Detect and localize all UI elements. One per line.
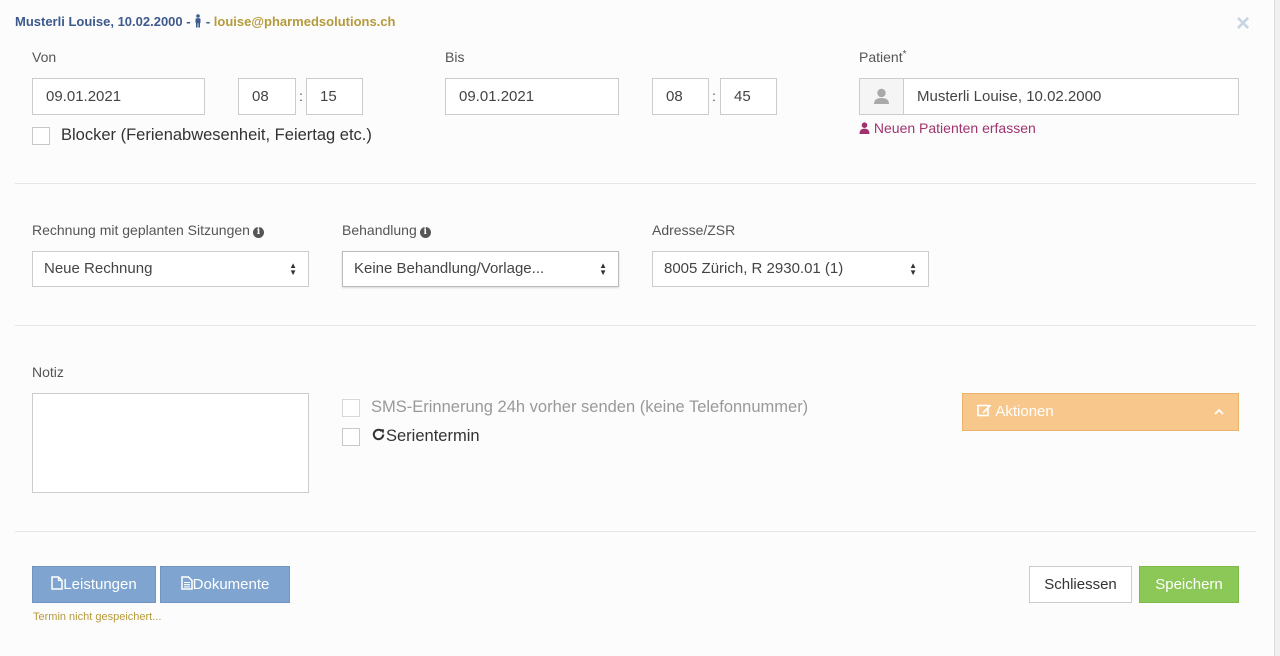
file-text-icon	[180, 576, 193, 593]
dialog-header: Musterli Louise, 10.02.2000 - - louise@p…	[15, 14, 395, 29]
bis-minute-input[interactable]: 45	[720, 78, 777, 115]
header-email: louise@pharmedsolutions.ch	[213, 14, 396, 29]
file-icon	[51, 576, 64, 593]
user-icon	[860, 79, 904, 114]
header-patient-name: Musterli Louise, 10.02.2000	[15, 14, 183, 29]
save-button[interactable]: Speichern	[1139, 566, 1239, 603]
notiz-label: Notiz	[32, 364, 64, 380]
adresse-selected: 8005 Zürich, R 2930.01 (1)	[664, 260, 844, 277]
rechnung-label: Rechnung mit geplanten Sitzungen i	[32, 222, 264, 238]
select-arrows-icon: ▲ ▼	[909, 261, 917, 277]
male-icon	[194, 14, 202, 29]
rechnung-selected: Neue Rechnung	[44, 260, 153, 277]
adresse-select[interactable]: 8005 Zürich, R 2930.01 (1) ▲ ▼	[652, 251, 929, 287]
header-separator: -	[202, 14, 214, 29]
bis-time-colon: :	[712, 88, 716, 104]
leistungen-button[interactable]: Leistungen	[32, 566, 156, 603]
notiz-textarea[interactable]	[32, 393, 309, 493]
serientermin-label-text: Serientermin	[386, 427, 480, 445]
new-patient-link[interactable]: Neuen Patienten erfassen	[859, 120, 1036, 136]
refresh-icon	[371, 427, 386, 445]
rechnung-label-text: Rechnung mit geplanten Sitzungen	[32, 222, 250, 238]
divider	[15, 531, 1256, 532]
serientermin-checkbox[interactable]	[342, 428, 360, 446]
leistungen-label: Leistungen	[63, 576, 137, 593]
behandlung-selected: Keine Behandlung/Vorlage...	[354, 260, 545, 277]
divider	[15, 325, 1256, 326]
von-time-colon: :	[299, 88, 303, 104]
blocker-checkbox[interactable]	[32, 127, 50, 145]
user-small-icon	[859, 120, 870, 136]
von-date-input[interactable]: 09.01.2021	[32, 78, 205, 115]
select-arrows-icon: ▲ ▼	[289, 261, 297, 277]
sms-checkbox[interactable]	[342, 399, 360, 417]
actions-dropdown[interactable]: Aktionen	[962, 393, 1239, 431]
behandlung-select[interactable]: Keine Behandlung/Vorlage... ▲ ▼	[342, 251, 619, 287]
appointment-dialog: Musterli Louise, 10.02.2000 - - louise@p…	[0, 0, 1274, 656]
adresse-label: Adresse/ZSR	[652, 222, 736, 238]
scrollbar-edge	[1274, 0, 1280, 656]
serientermin-label: Serientermin	[371, 427, 480, 446]
save-status-text: Termin nicht gespeichert...	[33, 611, 162, 623]
edit-icon	[977, 403, 992, 420]
close-button[interactable]: Schliessen	[1029, 566, 1132, 603]
divider	[15, 183, 1256, 184]
close-icon[interactable]: ×	[1236, 12, 1250, 36]
actions-label: Aktionen	[995, 403, 1054, 420]
sms-label: SMS-Erinnerung 24h vorher senden (keine …	[371, 398, 809, 416]
patient-value: Musterli Louise, 10.02.2000	[917, 88, 1102, 105]
select-arrows-icon: ▲ ▼	[599, 261, 607, 277]
patient-field[interactable]: Musterli Louise, 10.02.2000	[859, 78, 1239, 115]
von-hour-input[interactable]: 08	[238, 78, 296, 115]
von-minute-input[interactable]: 15	[306, 78, 363, 115]
von-label: Von	[32, 49, 57, 65]
header-separator: -	[182, 14, 195, 29]
patient-label: Patient*	[859, 49, 907, 65]
required-mark: *	[902, 49, 907, 60]
chevron-up-icon	[1214, 394, 1224, 430]
dokumente-button[interactable]: Dokumente	[160, 566, 290, 603]
info-icon[interactable]: i	[419, 227, 431, 238]
rechnung-select[interactable]: Neue Rechnung ▲ ▼	[32, 251, 309, 287]
info-icon[interactable]: i	[252, 227, 264, 238]
new-patient-link-text: Neuen Patienten erfassen	[873, 120, 1036, 136]
patient-label-text: Patient	[859, 49, 903, 65]
behandlung-label-text: Behandlung	[342, 222, 417, 238]
bis-hour-input[interactable]: 08	[652, 78, 709, 115]
blocker-label: Blocker (Ferienabwesenheit, Feiertag etc…	[61, 126, 372, 144]
bis-date-input[interactable]: 09.01.2021	[445, 78, 619, 115]
dokumente-label: Dokumente	[192, 576, 270, 593]
bis-label: Bis	[445, 49, 465, 65]
behandlung-label: Behandlung i	[342, 222, 431, 238]
